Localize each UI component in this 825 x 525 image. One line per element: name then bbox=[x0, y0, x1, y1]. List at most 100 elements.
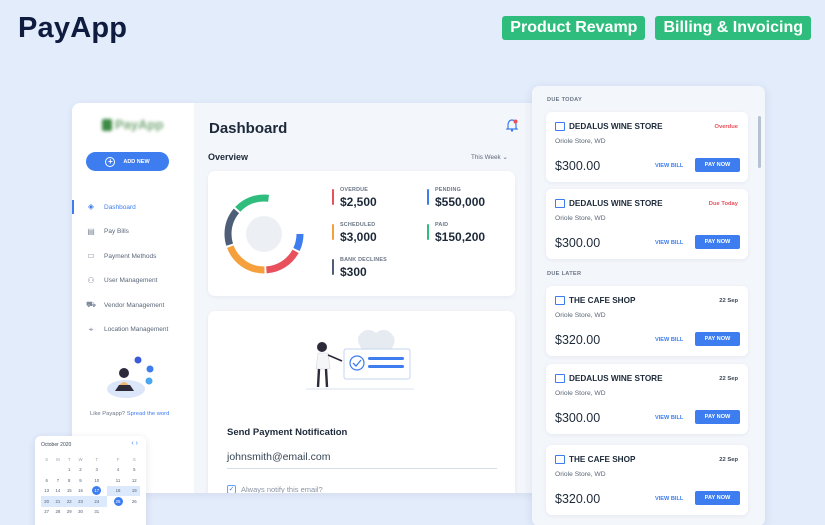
pay-now-button[interactable]: PAY NOW bbox=[695, 332, 740, 346]
chevron-right-icon[interactable]: › bbox=[136, 440, 138, 447]
calendar-day[interactable]: 10 bbox=[86, 475, 107, 486]
calendar-day[interactable]: 12 bbox=[129, 475, 140, 486]
main-content: Dashboard Overview This Week ⌄ OVERDUE $2… bbox=[194, 103, 542, 493]
calendar-day[interactable]: 30 bbox=[75, 507, 86, 518]
calendar-day-in-range[interactable]: 18 bbox=[107, 485, 129, 496]
calendar-day[interactable]: 29 bbox=[64, 507, 75, 518]
weekday-label: M bbox=[56, 456, 60, 462]
vendor-name: DEDALUS WINE STORE bbox=[569, 199, 663, 208]
email-field[interactable]: johnsmith@email.com bbox=[227, 451, 497, 469]
stat-pending: PENDING $550,000 bbox=[427, 187, 485, 209]
pay-now-button[interactable]: PAY NOW bbox=[695, 410, 740, 424]
calendar-day-selected[interactable]: 25 bbox=[107, 496, 128, 507]
status-donut-chart bbox=[224, 194, 304, 274]
sidebar-item-location-management[interactable]: ⌖ Location Management bbox=[72, 318, 194, 343]
view-bill-link[interactable]: VIEW BILL bbox=[655, 496, 683, 502]
chevron-left-icon[interactable]: ‹ bbox=[131, 440, 133, 447]
calendar-day[interactable]: 15 bbox=[64, 486, 75, 497]
sidebar-item-user-management[interactable]: ⚇ User Management bbox=[72, 269, 194, 294]
calendar-day[interactable]: 27 bbox=[41, 507, 52, 518]
weekday-label: T bbox=[95, 456, 99, 462]
pay-now-button[interactable]: PAY NOW bbox=[695, 235, 740, 249]
calendar-day-in-range[interactable]: 24 bbox=[86, 496, 108, 507]
view-bill-link[interactable]: VIEW BILL bbox=[655, 240, 683, 246]
calendar-day[interactable]: 26 bbox=[129, 496, 140, 507]
weekday-label: F bbox=[116, 456, 120, 462]
checkbox-checked-icon[interactable]: ✓ bbox=[227, 485, 236, 493]
calendar-grid: S M T W T F S 1 2 3 4 5 6 7 8 9 10 11 12… bbox=[41, 454, 140, 517]
bill-location: Oriole Store, WD bbox=[555, 312, 606, 319]
calendar-day[interactable]: 16 bbox=[75, 486, 86, 497]
due-today-heading: DUE TODAY bbox=[547, 97, 583, 103]
sidebar-item-label: Payment Methods bbox=[104, 252, 157, 260]
calendar-day-in-range[interactable]: 21 bbox=[52, 496, 64, 507]
view-bill-link[interactable]: VIEW BILL bbox=[655, 163, 683, 169]
calendar-nav: ‹ › bbox=[131, 440, 138, 447]
store-icon bbox=[555, 122, 565, 131]
calendar-day[interactable]: 13 bbox=[41, 486, 52, 497]
calendar-day-in-range[interactable]: 20 bbox=[41, 496, 53, 507]
calendar-day[interactable]: 6 bbox=[41, 475, 52, 486]
selected-day-label: 25 bbox=[113, 496, 123, 506]
add-new-label: ADD NEW bbox=[123, 158, 150, 165]
calendar-day[interactable] bbox=[41, 465, 52, 476]
calendar-day[interactable]: 3 bbox=[86, 465, 107, 476]
calendar-day[interactable] bbox=[52, 465, 63, 476]
calendar-day[interactable]: 11 bbox=[107, 475, 128, 486]
always-notify-checkbox[interactable]: ✓ Always notify this email? bbox=[227, 485, 323, 493]
app-logo[interactable]: PayApp bbox=[102, 117, 163, 132]
bill-card: DEDALUS WINE STORE Overdue Oriole Store,… bbox=[546, 112, 748, 182]
calendar-day[interactable]: 9 bbox=[75, 475, 86, 486]
view-bill-link[interactable]: VIEW BILL bbox=[655, 415, 683, 421]
selected-day-label: 17 bbox=[92, 486, 102, 496]
scrollbar[interactable] bbox=[758, 116, 761, 168]
sidebar-item-dashboard[interactable]: ◈ Dashboard bbox=[72, 195, 194, 220]
calendar-day[interactable]: 1 bbox=[64, 465, 75, 476]
calendar-day[interactable]: 2 bbox=[75, 465, 86, 476]
calendar-day[interactable]: 14 bbox=[52, 486, 63, 497]
stat-value: $550,000 bbox=[435, 195, 486, 209]
calendar-day[interactable] bbox=[107, 507, 128, 518]
bill-status: Due Today bbox=[708, 201, 738, 207]
calendar-day[interactable]: 7 bbox=[52, 475, 63, 486]
spread-the-word-link[interactable]: Spread the word bbox=[127, 411, 170, 417]
period-select[interactable]: This Week ⌄ bbox=[471, 154, 508, 161]
vendor-name: DEDALUS WINE STORE bbox=[569, 374, 663, 383]
weekday-label: S bbox=[45, 456, 49, 462]
brand-title: PayApp bbox=[18, 12, 128, 44]
bill-due-date: 22 Sep bbox=[719, 298, 738, 304]
pay-now-button[interactable]: PAY NOW bbox=[695, 491, 740, 505]
overview-card: OVERDUE $2,500 PENDING $550,000 SCHEDULED $… bbox=[208, 171, 515, 296]
sidebar-item-label: Pay Bills bbox=[104, 228, 129, 236]
calendar-day-selected[interactable]: 17 bbox=[86, 486, 107, 497]
truck-icon: ⛟ bbox=[86, 300, 97, 310]
bill-location: Oriole Store, WD bbox=[555, 138, 606, 145]
stat-scheduled: SCHEDULED $3,000 bbox=[332, 222, 377, 244]
calendar-day-in-range[interactable]: 23 bbox=[74, 496, 87, 507]
calendar-day-in-range[interactable]: 19 bbox=[128, 485, 140, 496]
calendar-day[interactable]: 4 bbox=[107, 465, 128, 476]
stat-label: OVERDUE bbox=[340, 187, 369, 193]
calendar-day[interactable] bbox=[129, 507, 140, 518]
calendar-day[interactable]: 5 bbox=[129, 465, 140, 476]
calendar-day[interactable]: 31 bbox=[86, 507, 107, 518]
sidebar-item-label: Dashboard bbox=[104, 203, 136, 211]
share-illustration bbox=[106, 355, 158, 406]
store-icon bbox=[555, 455, 565, 464]
calendar-day[interactable]: 28 bbox=[52, 507, 63, 518]
view-bill-link[interactable]: VIEW BILL bbox=[655, 337, 683, 343]
pay-now-button[interactable]: PAY NOW bbox=[695, 158, 740, 172]
sidebar-item-pay-bills[interactable]: ▤ Pay Bills bbox=[72, 220, 194, 245]
header-tags: Product Revamp Billing & Invoicing bbox=[502, 16, 811, 40]
sidebar-item-payment-methods[interactable]: ▭ Payment Methods bbox=[72, 244, 194, 269]
notification-illustration bbox=[306, 329, 414, 390]
bell-icon[interactable] bbox=[505, 119, 519, 137]
sidebar-item-vendor-management[interactable]: ⛟ Vendor Management bbox=[72, 293, 194, 318]
bill-amount: $320.00 bbox=[555, 333, 601, 347]
tag-billing: Billing & Invoicing bbox=[655, 16, 811, 40]
calendar-day-in-range[interactable]: 22 bbox=[63, 496, 75, 507]
stat-value: $3,000 bbox=[340, 230, 377, 244]
layers-icon: ◈ bbox=[87, 202, 95, 212]
add-new-button[interactable]: + ADD NEW bbox=[86, 152, 169, 171]
calendar-day[interactable]: 8 bbox=[64, 475, 75, 486]
